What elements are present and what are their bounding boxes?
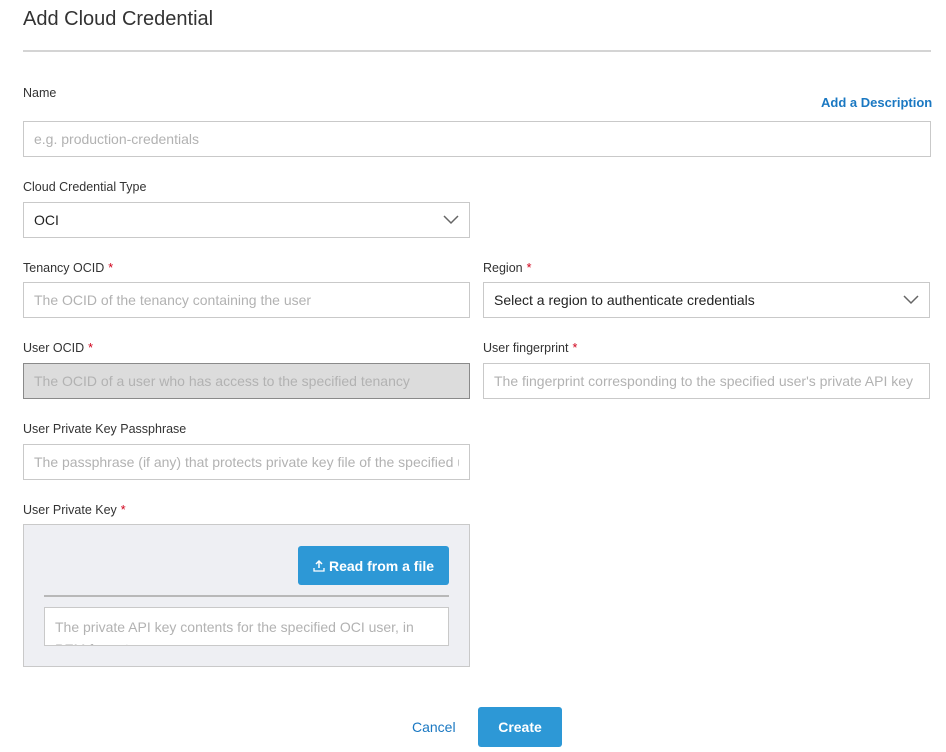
user-ocid-label-text: User OCID [23,341,85,355]
required-marker: * [108,261,114,275]
cloud-type-label: Cloud Credential Type [23,180,147,194]
user-ocid-label: User OCID * [23,341,93,355]
required-marker: * [526,261,532,275]
private-key-label-text: User Private Key [23,503,117,517]
private-key-textarea[interactable] [44,607,449,646]
title-divider [23,50,931,52]
add-description-link[interactable]: Add a Description [821,95,932,110]
read-from-file-label: Read from a file [328,557,435,574]
cloud-type-value: OCI [34,212,59,228]
fingerprint-label-text: User fingerprint [483,341,569,355]
fingerprint-input[interactable] [483,363,930,399]
tenancy-ocid-input[interactable] [23,282,470,318]
chevron-down-icon [903,295,919,305]
fingerprint-label: User fingerprint * [483,341,577,355]
required-marker: * [88,341,93,355]
upload-icon [313,559,325,572]
user-ocid-input[interactable] [23,363,470,399]
region-select[interactable]: Select a region to authenticate credenti… [483,282,930,318]
private-key-panel: Read from a file [23,524,470,667]
region-value: Select a region to authenticate credenti… [494,292,755,308]
create-button[interactable]: Create [478,707,562,747]
page-title: Add Cloud Credential [23,8,214,30]
read-from-file-button[interactable]: Read from a file [298,546,449,585]
required-marker: * [120,503,126,517]
cancel-button[interactable]: Cancel [412,719,456,735]
cloud-type-select[interactable]: OCI [23,202,470,238]
tenancy-label-text: Tenancy OCID [23,261,105,275]
required-marker: * [572,341,578,355]
name-label: Name [23,86,57,100]
passphrase-label: User Private Key Passphrase [23,422,187,436]
region-label: Region * [483,261,532,275]
private-key-label: User Private Key * [23,503,126,517]
panel-divider [44,595,449,597]
create-label: Create [498,719,542,735]
region-label-text: Region [483,261,523,275]
tenancy-label: Tenancy OCID * [23,261,113,275]
chevron-down-icon [443,215,459,225]
name-input[interactable] [23,121,931,157]
passphrase-input[interactable] [23,444,470,480]
